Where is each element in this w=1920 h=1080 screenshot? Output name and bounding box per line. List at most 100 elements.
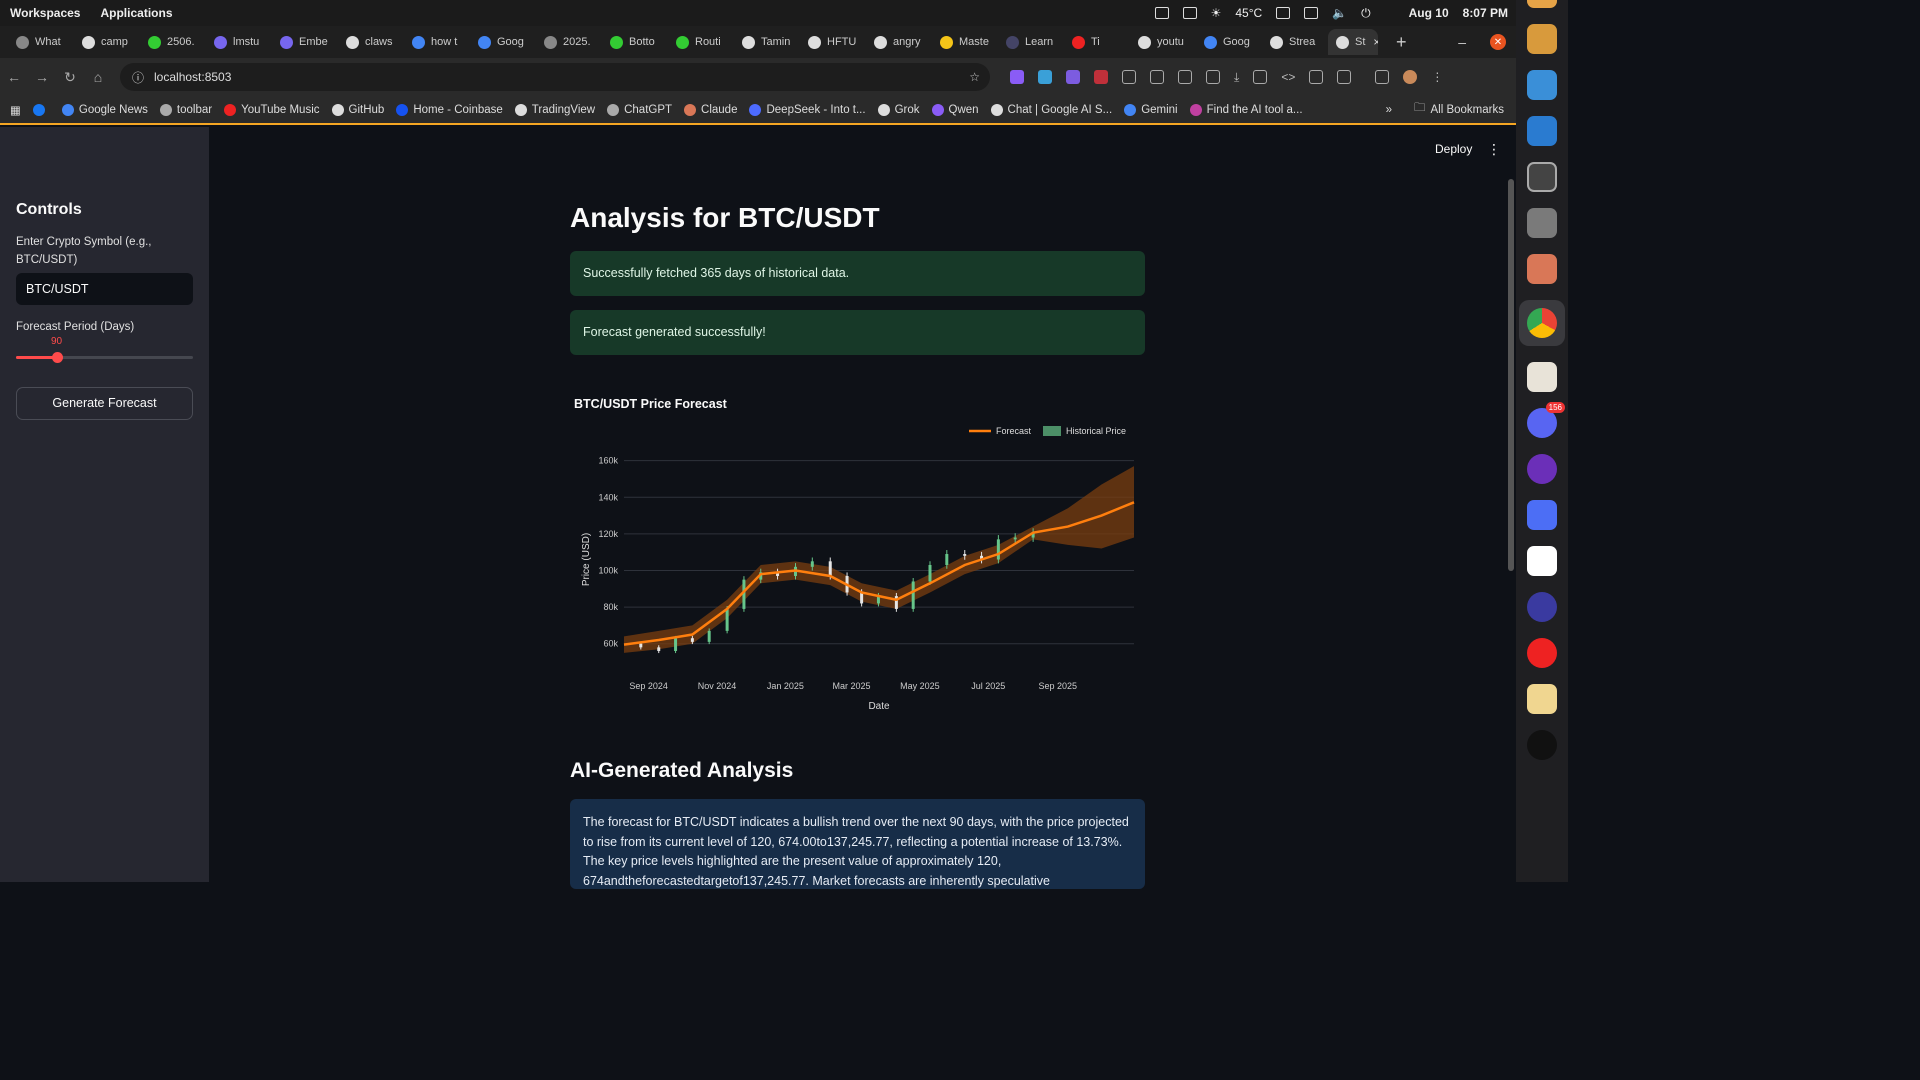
browser-tab[interactable]: lmstu xyxy=(206,29,272,55)
extension-icon[interactable] xyxy=(1038,70,1052,84)
generate-forecast-button[interactable]: Generate Forecast xyxy=(16,387,193,420)
deploy-button[interactable]: Deploy xyxy=(1435,142,1472,156)
devtools-icon[interactable]: <> xyxy=(1281,70,1295,84)
bookmark-item[interactable]: Claude xyxy=(684,103,737,116)
symbol-input[interactable]: BTC/USDT xyxy=(16,273,193,305)
bookmark-star-icon[interactable]: ☆ xyxy=(969,70,980,84)
bookmarks-overflow-icon[interactable]: » xyxy=(1386,104,1392,116)
browser-tab[interactable]: Goog xyxy=(470,29,536,55)
react-app-icon[interactable] xyxy=(1527,592,1557,622)
bookmark-item[interactable]: Gemini xyxy=(1124,103,1178,116)
bookmark-item[interactable]: YouTube Music xyxy=(224,103,320,116)
terminal-icon[interactable] xyxy=(1527,162,1557,192)
browser-tab[interactable]: Ti xyxy=(1064,29,1130,55)
download-icon[interactable]: ⤓ xyxy=(1234,70,1239,85)
browser-tab[interactable]: Tamin xyxy=(734,29,800,55)
address-bar[interactable]: ⓘ localhost:8503 ☆ xyxy=(120,63,990,91)
bookmark-item[interactable]: Home - Coinbase xyxy=(396,103,503,116)
bookmark-item[interactable]: DeepSeek - Into t... xyxy=(749,103,866,116)
browser-tab[interactable]: Routi xyxy=(668,29,734,55)
power-icon[interactable]: ⏻ xyxy=(1361,6,1371,21)
main-menu-icon[interactable]: ⋮ xyxy=(1487,141,1501,158)
hotspot-icon[interactable] xyxy=(1527,730,1557,760)
puzzle-extensions-icon[interactable] xyxy=(1122,70,1136,84)
browser-tab[interactable]: Maste xyxy=(932,29,998,55)
forward-icon[interactable]: → xyxy=(28,69,56,85)
history-icon[interactable] xyxy=(1206,70,1220,84)
browser-menu-icon[interactable]: ⋮ xyxy=(1431,70,1443,84)
browser-tab[interactable]: Botto xyxy=(602,29,668,55)
browser-tab[interactable]: youtu xyxy=(1130,29,1196,55)
github-desktop-icon[interactable] xyxy=(1527,454,1557,484)
brightness-icon[interactable]: ☀ xyxy=(1211,6,1222,20)
home-icon[interactable]: ⌂ xyxy=(84,69,112,85)
image-viewer-icon[interactable] xyxy=(1527,24,1557,54)
bookmark-item[interactable]: toolbar xyxy=(159,103,212,116)
bookmark-item[interactable]: TradingView xyxy=(514,103,595,116)
tab-close-icon[interactable]: × xyxy=(1373,35,1378,49)
browser-tab[interactable]: camp xyxy=(74,29,140,55)
bookmark-item[interactable]: Find the AI tool a... xyxy=(1189,103,1303,116)
slider-thumb[interactable] xyxy=(51,352,63,363)
bookmark-item[interactable] xyxy=(32,103,50,116)
screenshot-icon[interactable] xyxy=(1253,70,1268,84)
vscode-icon[interactable] xyxy=(1527,116,1557,146)
browser-tab[interactable]: angry xyxy=(866,29,932,55)
workspaces-menu[interactable]: Workspaces xyxy=(10,6,80,20)
text-editor-icon[interactable] xyxy=(1527,362,1557,392)
extension-icon[interactable] xyxy=(1010,70,1024,84)
applications-menu[interactable]: Applications xyxy=(100,6,172,20)
browser-tab[interactable]: HFTU xyxy=(800,29,866,55)
back-icon[interactable]: ← xyxy=(0,69,28,85)
browser-tab[interactable]: 2506. xyxy=(140,29,206,55)
bookmark-item[interactable]: ChatGPT xyxy=(607,103,672,116)
chrome-icon[interactable] xyxy=(1519,300,1565,346)
all-bookmarks-folder[interactable]: 🗀 All Bookmarks xyxy=(1414,100,1504,119)
file-manager-icon[interactable] xyxy=(1527,208,1557,238)
screen-share-icon[interactable] xyxy=(1182,7,1197,19)
passwords-icon[interactable] xyxy=(1150,70,1164,84)
browser-tab[interactable]: What xyxy=(8,29,74,55)
browser-tab[interactable]: Embe xyxy=(272,29,338,55)
extension-icon[interactable] xyxy=(1066,70,1080,84)
discord-tray-icon[interactable] xyxy=(1276,7,1291,19)
time-readout[interactable]: 8:07 PM xyxy=(1463,6,1508,20)
tab-active[interactable]: St × xyxy=(1328,29,1378,55)
display-icon[interactable] xyxy=(1154,7,1169,19)
new-tab-button[interactable]: + xyxy=(1396,32,1407,53)
site-info-icon[interactable]: ⓘ xyxy=(132,69,144,86)
mail-icon[interactable] xyxy=(1527,684,1557,714)
extension-icon[interactable] xyxy=(1094,70,1108,84)
browser-tab[interactable]: Strea xyxy=(1262,29,1328,55)
incognito-icon[interactable] xyxy=(1309,70,1324,84)
profile-avatar[interactable] xyxy=(1403,70,1418,84)
bookmark-item[interactable]: GitHub xyxy=(331,103,384,116)
price-forecast-chart[interactable]: 60k 80k 100k 120k 140k 160k Sep 2024 Nov 2024 Ja… xyxy=(569,417,1149,717)
browser-tab[interactable]: Learn xyxy=(998,29,1064,55)
notes-app-icon[interactable] xyxy=(1527,500,1557,530)
scrollbar[interactable] xyxy=(1508,179,1514,571)
media-icon[interactable] xyxy=(1375,70,1390,84)
bookmark-item[interactable]: Qwen xyxy=(931,103,979,116)
tab-search-icon[interactable] xyxy=(1337,70,1352,84)
browser-tab[interactable]: how t xyxy=(404,29,470,55)
youtube-music-icon[interactable] xyxy=(1527,638,1557,668)
reading-list-icon[interactable] xyxy=(1178,70,1192,84)
claude-app-icon[interactable] xyxy=(1527,254,1557,284)
discord-icon[interactable]: 156 xyxy=(1527,402,1565,438)
app-grid-icon[interactable] xyxy=(1527,70,1557,100)
browser-tab[interactable]: Goog xyxy=(1196,29,1262,55)
minimize-icon[interactable]: – xyxy=(1458,34,1466,50)
files-app-icon[interactable] xyxy=(1527,0,1557,8)
bookmark-item[interactable]: Chat | Google AI S... xyxy=(990,103,1112,116)
window-close-icon[interactable]: ✕ xyxy=(1490,34,1506,50)
volume-icon[interactable]: 🔈 xyxy=(1332,6,1347,20)
reload-icon[interactable]: ↻ xyxy=(56,69,84,86)
app-icon[interactable] xyxy=(1527,546,1557,576)
browser-tab[interactable]: claws xyxy=(338,29,404,55)
apps-grid-icon[interactable]: ▦ xyxy=(10,103,21,117)
bookmark-item[interactable]: Google News xyxy=(61,103,148,116)
temperature-readout[interactable]: 45°C xyxy=(1235,6,1262,20)
window-icon[interactable] xyxy=(1304,7,1319,19)
bookmark-item[interactable]: Grok xyxy=(877,103,920,116)
